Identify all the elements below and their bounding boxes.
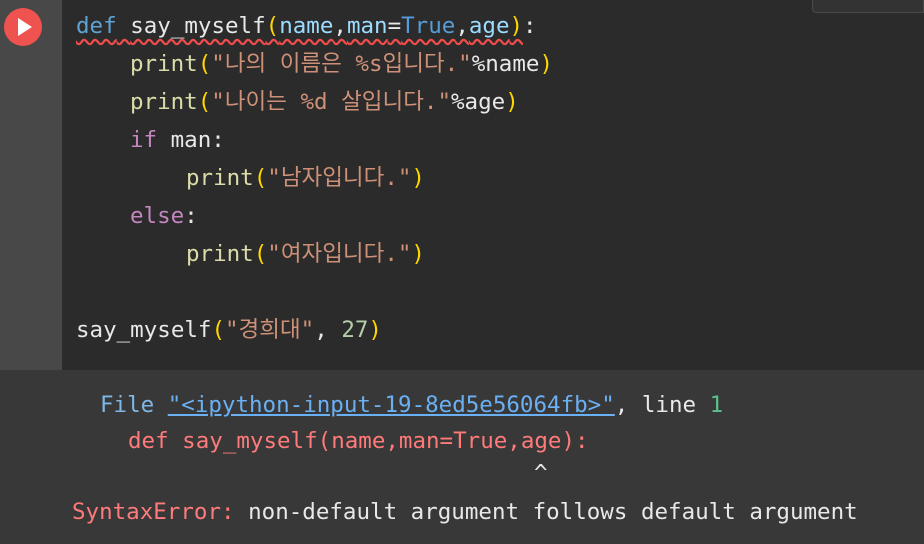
cell-output: File "<ipython-input-19-8ed5e56064fb>", … <box>0 370 924 544</box>
code-line-5: print("남자입니다.") <box>186 165 425 191</box>
cell-toolbar[interactable] <box>812 0 924 13</box>
code-line-4: if man: <box>130 127 225 153</box>
code-line-3: print("나이는 %d 살입니다."%age) <box>130 89 519 115</box>
traceback-caret: ^ <box>534 460 548 486</box>
code-line-2: print("나의 이름은 %s입니다."%name) <box>130 51 553 77</box>
syntax-error-squiggle: def say_myself(name,man=True,age) <box>76 13 524 39</box>
error-type: SyntaxError <box>72 499 222 525</box>
run-cell-button[interactable] <box>4 8 42 46</box>
error-message-line: SyntaxError: non-default argument follow… <box>72 499 858 525</box>
traceback-file-link[interactable]: "<ipython-input-19-8ed5e56064fb>" <box>168 392 615 418</box>
code-line-6: else: <box>130 203 198 229</box>
traceback-source-line: def say_myself(name,man=True,age): <box>128 428 589 454</box>
code-editor[interactable]: def say_myself(name,man=True,age): print… <box>62 0 924 370</box>
traceback-file-line: File "<ipython-input-19-8ed5e56064fb>", … <box>100 392 724 418</box>
code-cell: def say_myself(name,man=True,age): print… <box>0 0 924 370</box>
code-line-1: def say_myself(name,man=True,age): <box>76 13 537 39</box>
code-line-7: print("여자입니다.") <box>186 241 425 267</box>
code-line-9: say_myself("경희대", 27) <box>76 317 382 343</box>
error-message: non-default argument follows default arg… <box>248 499 858 525</box>
cell-gutter <box>0 0 62 370</box>
